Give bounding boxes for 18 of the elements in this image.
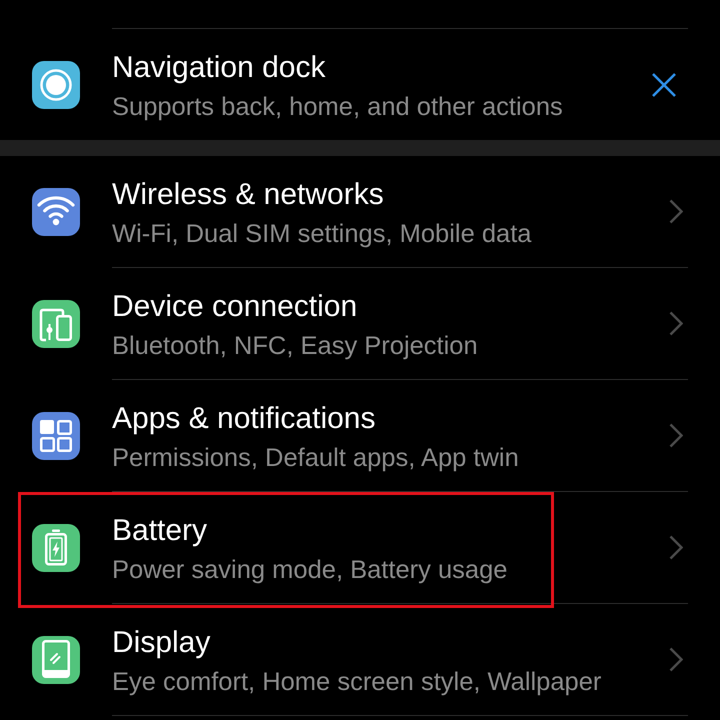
chevron-right-icon [669, 423, 683, 448]
item-title[interactable]: Device connection [112, 289, 669, 325]
chevron-right-icon [669, 647, 683, 672]
item-subtitle: Permissions, Default apps, App twin [112, 443, 520, 474]
item-subtitle: Power saving mode, Battery usage [112, 555, 508, 586]
promo-subtitle: Supports back, home, and other actions [112, 92, 564, 123]
chevron-right-icon [669, 311, 683, 336]
item-title[interactable]: Apps & notifications [112, 401, 669, 437]
item-title[interactable]: Wireless & networks [112, 177, 669, 213]
chevron-right-icon [669, 199, 683, 224]
item-subtitle: Wi-Fi, Dual SIM settings, Mobile data [112, 219, 532, 250]
close-icon[interactable] [652, 72, 676, 96]
chevron-right-icon [669, 535, 683, 560]
promo-title: Navigation dock [112, 50, 326, 86]
item-title[interactable]: Battery [112, 513, 669, 549]
item-subtitle: Eye comfort, Home screen style, Wallpaper [112, 667, 602, 698]
item-subtitle: Bluetooth, NFC, Easy Projection [112, 331, 479, 362]
item-title[interactable]: Display [112, 625, 669, 661]
